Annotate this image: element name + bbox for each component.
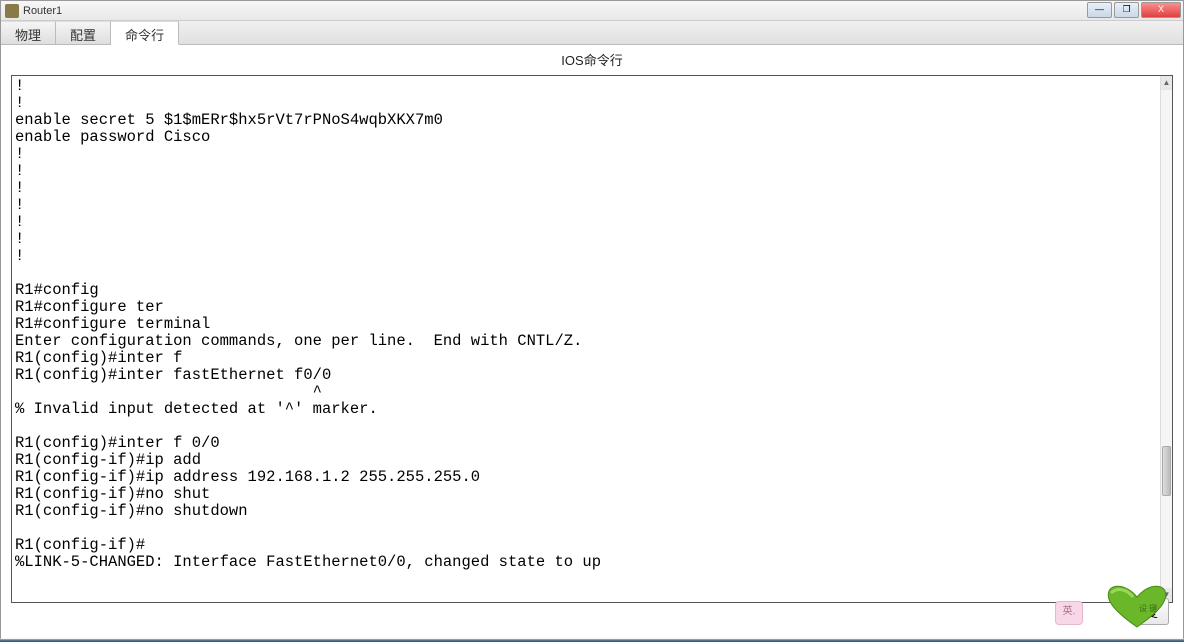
ios-heading: IOS命令行 [5,50,1179,69]
router-window: Router1 — ❐ X 物理 配置 命令行 IOS命令行 ! ! enabl… [0,0,1184,640]
content-area: IOS命令行 ! ! enable secret 5 $1$mERr$hx5rV… [1,45,1183,639]
copy-button[interactable]: 复 [1134,598,1169,625]
terminal-output[interactable]: ! ! enable secret 5 $1$mERr$hx5rVt7rPNoS… [12,76,1160,602]
terminal-container: ! ! enable secret 5 $1$mERr$hx5rVt7rPNoS… [11,75,1173,603]
close-button[interactable]: X [1141,2,1181,18]
tab-physical[interactable]: 物理 [1,21,56,44]
scroll-thumb[interactable] [1162,446,1171,496]
tab-bar: 物理 配置 命令行 [1,21,1183,45]
router-icon [5,4,19,18]
tab-cli[interactable]: 命令行 [111,21,179,45]
window-title: Router1 [23,5,62,17]
scrollbar[interactable]: ▲ ▼ [1160,76,1172,602]
window-controls: — ❐ X [1087,2,1181,18]
scroll-up-icon[interactable]: ▲ [1161,76,1172,90]
ime-badge[interactable]: 英. [1055,601,1083,625]
minimize-button[interactable]: — [1087,2,1112,18]
taskbar[interactable] [0,638,1184,642]
maximize-button[interactable]: ❐ [1114,2,1139,18]
terminal-text: ! ! enable secret 5 $1$mERr$hx5rVt7rPNoS… [15,78,1160,571]
titlebar[interactable]: Router1 — ❐ X [1,1,1183,21]
tab-config[interactable]: 配置 [56,21,111,44]
